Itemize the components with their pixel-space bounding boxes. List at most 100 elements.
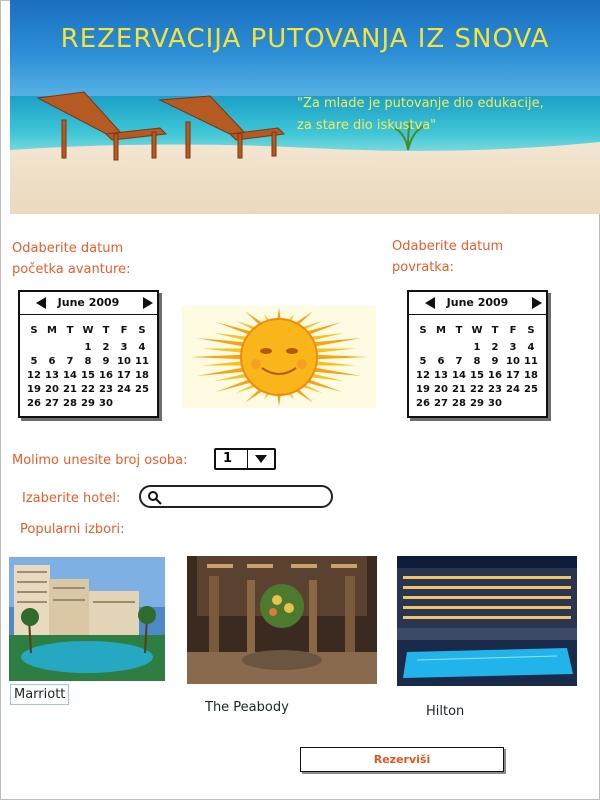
calendar-day[interactable]: 23	[97, 382, 115, 396]
calendar-day[interactable]: 14	[450, 368, 468, 382]
calendar-day[interactable]: 15	[79, 368, 97, 382]
arrow-left-icon	[36, 297, 46, 309]
calendar-day[interactable]: 17	[115, 368, 133, 382]
calendar-day[interactable]: 5	[414, 354, 432, 368]
calendar-day[interactable]: 14	[61, 368, 79, 382]
calendar-day[interactable]: 18	[133, 368, 151, 382]
start-date-label: Odaberite datum početka avanture:	[12, 238, 131, 280]
calendar-day[interactable]: 7	[61, 354, 79, 368]
calendar-day[interactable]: 30	[486, 396, 504, 410]
calendar-day[interactable]: 6	[43, 354, 61, 368]
calendar-day[interactable]: 29	[79, 396, 97, 410]
week-row: 12 13 14 15 16 17 18	[25, 368, 151, 382]
prev-month-button[interactable]	[415, 292, 435, 314]
next-month-button[interactable]	[522, 292, 542, 314]
calendar-day[interactable]: 4	[133, 340, 151, 354]
calendar-day[interactable]: 13	[432, 368, 450, 382]
calendar-day[interactable]: 20	[43, 382, 61, 396]
calendar-day[interactable]: 20	[432, 382, 450, 396]
quote-line-2: za stare dio iskustva"	[297, 118, 437, 133]
weekday-label: T	[102, 324, 110, 336]
calendar-day[interactable]: 28	[61, 396, 79, 410]
calendar-empty-cell	[414, 340, 432, 354]
calendar-day[interactable]: 25	[133, 382, 151, 396]
peabody-photo[interactable]	[187, 556, 377, 684]
calendar-day[interactable]: 6	[432, 354, 450, 368]
hotel-search[interactable]	[139, 485, 333, 508]
calendar-day[interactable]: 23	[486, 382, 504, 396]
start-date-calendar[interactable]: June 2009 S M T W T F S 1 2 3 4 5 6 7 8 9 10 11 12 13 14 15 16…	[18, 290, 159, 418]
calendar-day[interactable]: 12	[25, 368, 43, 382]
calendar-day[interactable]: 21	[450, 382, 468, 396]
calendar-day[interactable]: 26	[25, 396, 43, 410]
calendar-day[interactable]: 22	[468, 382, 486, 396]
calendar-empty-cell	[115, 396, 133, 410]
weekday-label: M	[436, 324, 446, 336]
calendar-day[interactable]: 3	[115, 340, 133, 354]
calendar-day[interactable]: 28	[450, 396, 468, 410]
weekday-label: S	[30, 324, 38, 336]
chevron-down-icon	[255, 455, 267, 463]
hotel-search-input[interactable]	[165, 489, 329, 506]
persons-dropdown-button[interactable]	[247, 450, 274, 468]
calendar-day[interactable]: 29	[468, 396, 486, 410]
hotel-name-hilton[interactable]: Hilton	[426, 704, 464, 719]
calendar-day[interactable]: 2	[486, 340, 504, 354]
calendar-empty-cell	[61, 340, 79, 354]
prev-month-button[interactable]	[26, 292, 46, 314]
calendar-day[interactable]: 4	[522, 340, 540, 354]
calendar-day[interactable]: 16	[486, 368, 504, 382]
calendar-day[interactable]: 24	[504, 382, 522, 396]
calendar-day[interactable]: 19	[25, 382, 43, 396]
calendar-day[interactable]: 27	[432, 396, 450, 410]
calendar-day[interactable]: 22	[79, 382, 97, 396]
marriott-photo[interactable]	[9, 557, 165, 681]
sun-image	[182, 306, 376, 408]
week-row: 5 6 7 8 9 10 11	[25, 354, 151, 368]
calendar-day[interactable]: 19	[414, 382, 432, 396]
calendar-day[interactable]: 10	[504, 354, 522, 368]
start-date-label-line-1: Odaberite datum	[12, 241, 124, 256]
arrow-left-icon	[425, 297, 435, 309]
week-row: 5 6 7 8 9 10 11	[414, 354, 540, 368]
hotel-name-marriott[interactable]: Marriott	[10, 684, 70, 705]
hilton-photo[interactable]	[397, 556, 577, 686]
week-row: 26 27 28 29 30	[414, 396, 540, 410]
calendar-day[interactable]: 25	[522, 382, 540, 396]
calendar-day[interactable]: 8	[468, 354, 486, 368]
hotel-name-peabody[interactable]: The Peabody	[205, 700, 289, 715]
calendar-day[interactable]: 7	[450, 354, 468, 368]
calendar-day[interactable]: 2	[97, 340, 115, 354]
next-month-button[interactable]	[133, 292, 153, 314]
weekday-label: W	[471, 324, 483, 336]
calendar-day[interactable]: 1	[468, 340, 486, 354]
return-date-calendar[interactable]: June 2009 S M T W T F S 1 2 3 4 5 6 7 8 9 10 11 12 13 14 15 16…	[407, 290, 548, 418]
calendar-day[interactable]: 26	[414, 396, 432, 410]
persons-select[interactable]: 1	[214, 448, 276, 470]
calendar-day[interactable]: 9	[486, 354, 504, 368]
calendar-day[interactable]: 5	[25, 354, 43, 368]
calendar-day[interactable]: 13	[43, 368, 61, 382]
calendar-day[interactable]: 27	[43, 396, 61, 410]
calendar-day[interactable]: 11	[522, 354, 540, 368]
calendar-day[interactable]: 15	[468, 368, 486, 382]
weekday-label: T	[66, 324, 74, 336]
calendar-day[interactable]: 21	[61, 382, 79, 396]
calendar-day[interactable]: 10	[115, 354, 133, 368]
calendar-day[interactable]: 8	[79, 354, 97, 368]
calendar-day[interactable]: 11	[133, 354, 151, 368]
calendar-day[interactable]: 12	[414, 368, 432, 382]
calendar-day[interactable]: 9	[97, 354, 115, 368]
reserve-button[interactable]: Rezerviši	[300, 747, 504, 772]
calendar-grid: S M T W T F S 1 2 3 4 5 6 7 8 9 10 11 12 13 14 15 16 17 18 19 20 21…	[25, 320, 151, 410]
weekday-row: SMTWTFS	[25, 320, 151, 340]
calendar-day[interactable]: 1	[79, 340, 97, 354]
calendar-day[interactable]: 30	[97, 396, 115, 410]
weekday-label: T	[491, 324, 499, 336]
calendar-day[interactable]: 16	[97, 368, 115, 382]
calendar-day[interactable]: 3	[504, 340, 522, 354]
calendar-day[interactable]: 24	[115, 382, 133, 396]
calendar-day[interactable]: 17	[504, 368, 522, 382]
calendar-day[interactable]: 18	[522, 368, 540, 382]
persons-label: Molimo unesite broj osoba:	[12, 453, 188, 468]
